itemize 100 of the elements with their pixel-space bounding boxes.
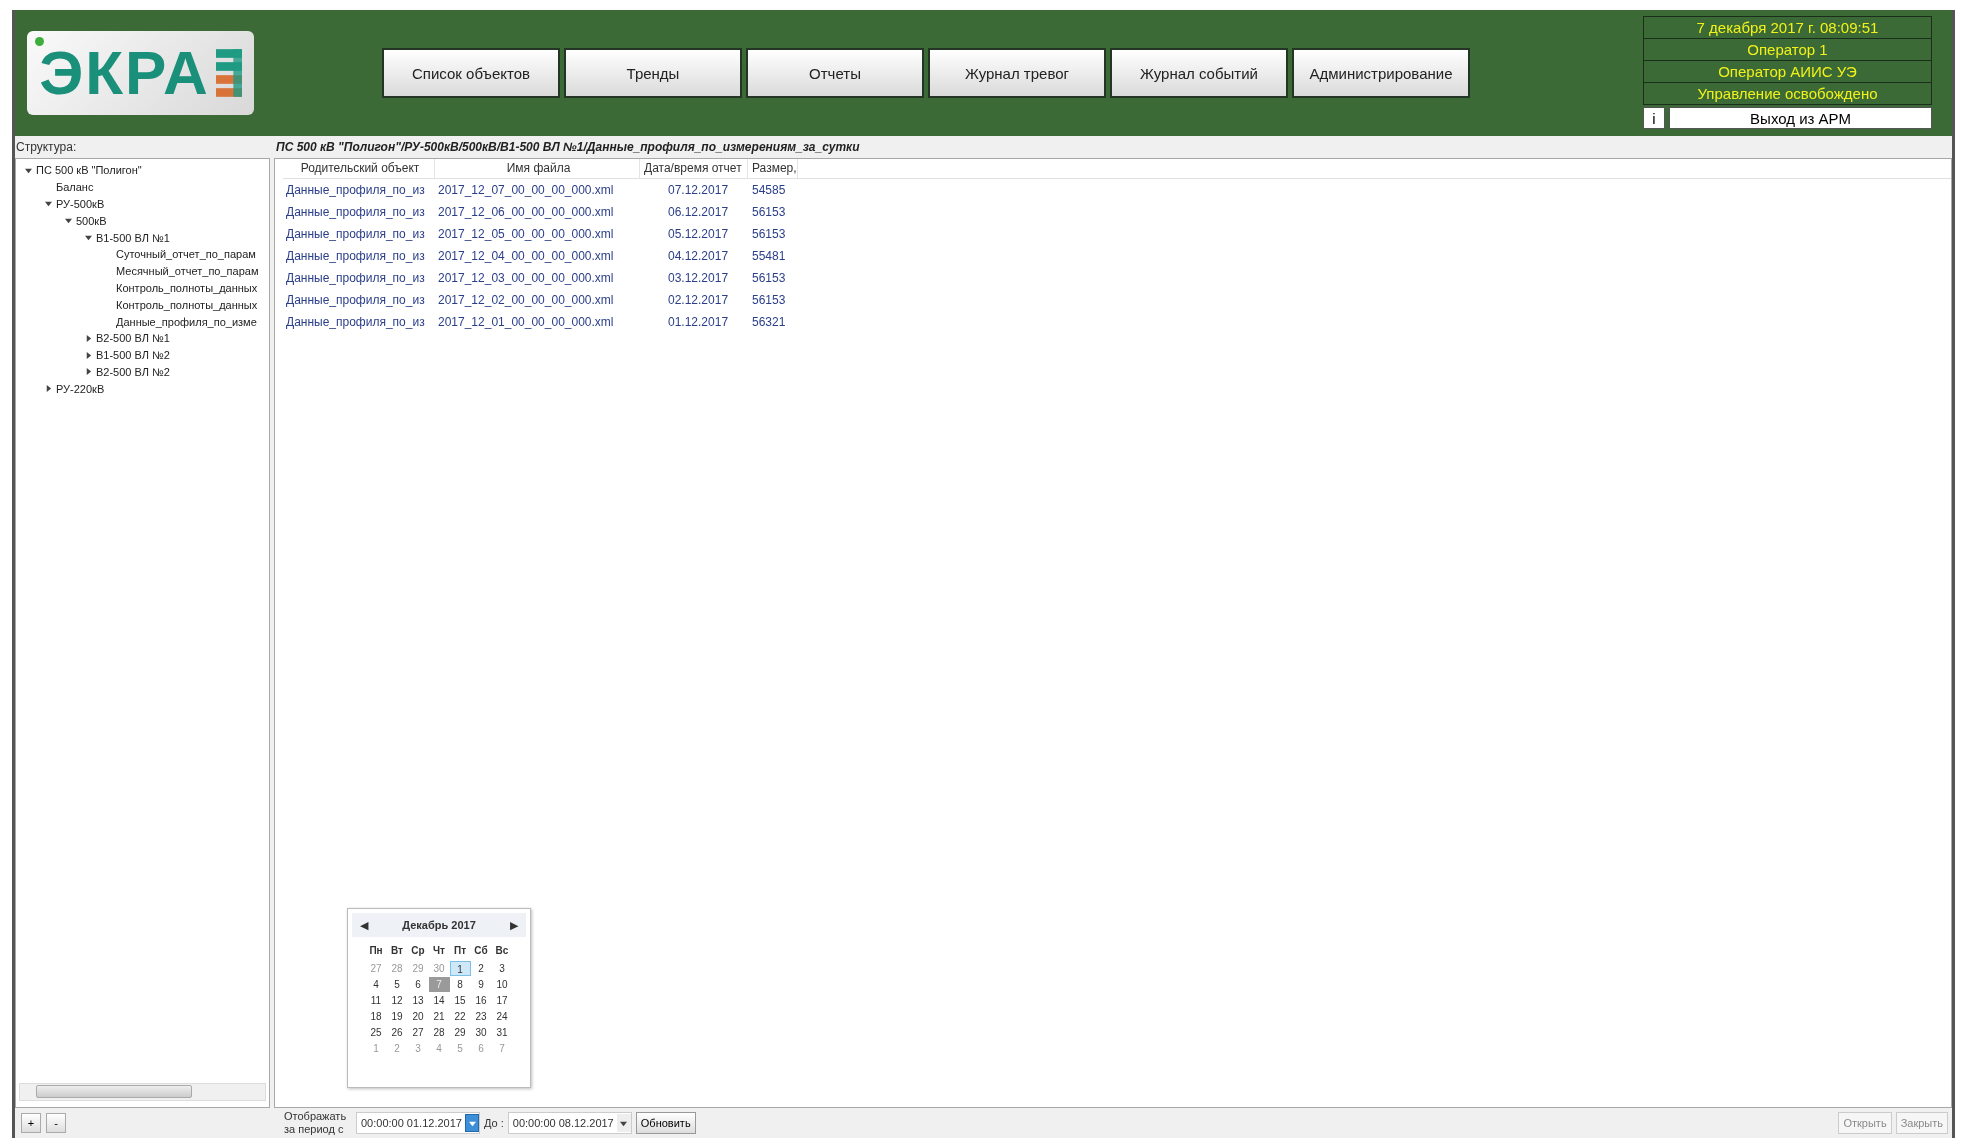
control-status: Управление освобождено [1643,82,1932,105]
calendar-day[interactable]: 8 [449,977,471,992]
calendar-day[interactable]: 31 [491,1025,513,1040]
calendar-day[interactable]: 2 [470,961,492,976]
calendar-day[interactable]: 1 [449,961,471,976]
refresh-button[interactable]: Обновить [635,1112,696,1134]
table-cell-text: 03.12.2017 [667,271,730,285]
breadcrumb-path: ПС 500 кВ "Полигон"/РУ-500кВ/500кВ/В1-500 ВЛ №1/Данные_профиля_по_измерениям_за_сутки [275,140,861,154]
table-cell-text: 2017_12_01_00_00_00_000.xml [437,315,615,329]
tree-item[interactable]: В2-500 ВЛ №1 [96,332,170,345]
tree-item[interactable]: Данные_профиля_по_изме [116,315,257,328]
table-cell-text: 56153 [751,205,787,219]
tree-item[interactable]: Баланс [56,181,94,194]
calendar-day[interactable]: 23 [470,1009,492,1024]
calendar-day[interactable]: 12 [386,993,408,1008]
calendar-day[interactable]: 26 [386,1025,408,1040]
table-cell-text: 05.12.2017 [667,227,730,241]
operator-name: Оператор 1 [1643,38,1932,61]
table-cell-text: 56321 [751,315,787,329]
nav-button[interactable]: Тренды [564,48,742,98]
logo-text: ЭКРА [39,42,210,104]
tree-item[interactable]: ПС 500 кВ "Полигон" [36,164,142,177]
calendar-day[interactable]: 13 [407,993,429,1008]
date-field[interactable]: 00:00:00 08.12.2017 [507,1112,632,1134]
calendar-day[interactable]: 9 [470,977,492,992]
nav-button[interactable]: Отчеты [746,48,924,98]
calendar-day[interactable]: 22 [449,1009,471,1024]
calendar-day[interactable]: 4 [365,977,387,992]
collapsed-arrow-icon[interactable] [44,385,52,393]
table-cell-text: Данные_профиля_по_из [285,249,426,263]
calendar-day[interactable]: 24 [491,1009,513,1024]
tree-item[interactable]: Месячный_отчет_по_парам [116,265,259,278]
panel-title: Структура: [15,140,78,154]
table-cell-text: 55481 [751,249,787,263]
tree-item[interactable]: РУ-500кВ [56,198,105,210]
tree-zoom-button[interactable]: + [21,1113,41,1133]
tree-item[interactable]: РУ-220кВ [56,382,105,395]
tree-item[interactable]: 500кВ [76,214,107,227]
nav-button[interactable]: Список объектов [382,48,560,98]
scrollbar-thumb[interactable] [36,1085,192,1098]
exit-button[interactable]: Выход из АРМ [1669,107,1932,129]
calendar-day[interactable]: 10 [491,977,513,992]
collapsed-arrow-icon[interactable] [84,334,92,342]
expanded-arrow-icon[interactable] [44,200,52,208]
column-header[interactable]: Имя файла [435,159,640,178]
expanded-arrow-icon[interactable] [24,166,32,174]
calendar-day[interactable]: 27 [407,1025,429,1040]
horizontal-scrollbar[interactable] [19,1083,266,1101]
calendar-day[interactable]: 16 [470,993,492,1008]
calendar-day[interactable]: 21 [428,1009,450,1024]
calendar-day[interactable]: 30 [470,1025,492,1040]
table-cell-text: 01.12.2017 [667,315,730,329]
tree-item[interactable]: Контроль_полноты_данных [116,298,258,311]
tree-item[interactable]: В2-500 ВЛ №2 [96,365,170,378]
info-button[interactable]: i [1643,107,1665,129]
calendar-day[interactable]: 18 [365,1009,387,1024]
column-header[interactable]: Размер, [748,159,798,178]
table-cell-text: 2017_12_07_00_00_00_000.xml [437,183,615,197]
calendar-day[interactable]: 3 [491,961,513,976]
previous-month-button[interactable]: ◀ [352,918,376,932]
tree-item[interactable]: В1-500 ВЛ №2 [96,349,170,362]
weekday-label: Ср [410,944,426,958]
next-month-button[interactable]: ▶ [502,918,526,932]
column-header[interactable]: Родительский объект [283,159,435,178]
calendar-day[interactable]: 14 [428,993,450,1008]
tree-item[interactable]: Контроль_полноты_данных [116,281,258,294]
calendar-day[interactable]: 20 [407,1009,429,1024]
nav-button[interactable]: Журнал событий [1110,48,1288,98]
table-cell-text: Данные_профиля_по_из [285,271,426,285]
column-header[interactable]: Дата/время отчет [640,159,748,178]
expanded-arrow-icon[interactable] [84,234,92,242]
tree-item[interactable]: Суточный_отчет_по_парам [116,248,256,261]
operator-role: Оператор АИИС УЭ [1643,60,1932,83]
calendar-day[interactable]: 11 [365,993,387,1008]
nav-button[interactable]: Журнал тревог [928,48,1106,98]
table-cell-text: Данные_профиля_по_из [285,293,426,307]
calendar-day[interactable]: 6 [407,977,429,992]
table-cell-text: 2017_12_05_00_00_00_000.xml [437,227,615,241]
calendar-day[interactable]: 29 [449,1025,471,1040]
date-field[interactable]: 00:00:00 01.12.2017 [356,1112,480,1134]
calendar-day[interactable]: 19 [386,1009,408,1024]
table-cell-text: 2017_12_04_00_00_00_000.xml [437,249,615,263]
calendar-day[interactable]: 17 [491,993,513,1008]
weekday-label: Вс [494,944,510,958]
calendar-day[interactable]: 15 [449,993,471,1008]
dropdown-button[interactable] [616,1114,631,1132]
table-cell-text: 2017_12_06_00_00_00_000.xml [437,205,615,219]
calendar-month: Декабрь 2017 [402,919,476,931]
calendar-day[interactable]: 28 [428,1025,450,1040]
calendar-day[interactable]: 25 [365,1025,387,1040]
expanded-arrow-icon[interactable] [64,217,72,225]
nav-button[interactable]: Администрирование [1292,48,1470,98]
table-cell-text: 2017_12_02_00_00_00_000.xml [437,293,615,307]
tree-zoom-button[interactable]: - [46,1113,66,1133]
collapsed-arrow-icon[interactable] [84,368,92,376]
status-dot-icon [35,37,44,46]
dropdown-button[interactable] [465,1114,479,1132]
collapsed-arrow-icon[interactable] [84,351,92,359]
tree-item[interactable]: В1-500 ВЛ №1 [96,231,170,244]
calendar-day[interactable]: 5 [386,977,408,992]
